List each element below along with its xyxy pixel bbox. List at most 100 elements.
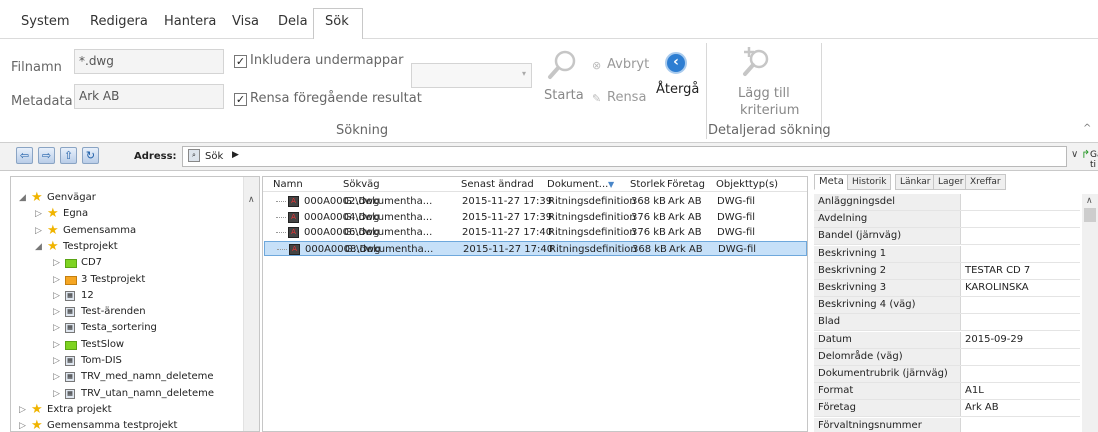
filnamn-input[interactable]: *.dwg — [74, 49, 224, 74]
column-header-size[interactable]: Storlek — [630, 179, 665, 190]
add-criterion-button-line1[interactable]: Lägg till — [738, 86, 790, 101]
collapse-ribbon-icon[interactable]: ^ — [1083, 123, 1091, 134]
include-subfolders-checkbox[interactable]: ✓ — [234, 55, 247, 68]
tree-item[interactable]: ▷ CD7 — [11, 255, 243, 271]
tab-historik[interactable]: Historik — [847, 174, 892, 190]
back-arrow-icon[interactable]: ‹ — [665, 52, 687, 74]
search-icon[interactable] — [546, 49, 578, 81]
expand-icon[interactable]: ▷ — [35, 206, 42, 222]
tree-item[interactable]: ▷ ▦ TRV_med_namn_deleteme — [11, 369, 243, 385]
property-row[interactable]: Beskrivning 1 — [814, 245, 1080, 263]
collapse-icon[interactable]: ◢ — [35, 239, 42, 255]
property-row[interactable]: Dokumentrubrik (järnväg) — [814, 366, 1080, 383]
expand-icon[interactable]: ▷ — [53, 255, 60, 271]
property-row[interactable]: Beskrivning 3 KAROLINSKA — [814, 280, 1080, 297]
property-row[interactable]: Förvaltningsnummer — [814, 417, 1080, 432]
tab-meta[interactable]: Meta — [814, 174, 849, 190]
collapse-icon[interactable]: ◢ — [19, 190, 26, 206]
property-row[interactable]: Blad — [814, 314, 1080, 332]
tree-scrollbar[interactable]: ∧ — [243, 177, 259, 431]
property-row[interactable]: Beskrivning 4 (väg) — [814, 297, 1080, 315]
tab-xreffar[interactable]: Xreffar — [965, 174, 1006, 190]
tree-item[interactable]: ▷ ★ Gemensamma testprojekt — [11, 418, 243, 431]
expand-icon[interactable]: ▷ — [53, 369, 60, 385]
expand-icon[interactable]: ▷ — [53, 304, 60, 320]
back-button[interactable]: Återgå — [656, 82, 699, 97]
expand-icon[interactable]: ▷ — [53, 353, 60, 369]
file-row[interactable]: A 000A0006.dwg G:\Dokumentha... 2015-11-27 … — [264, 225, 807, 240]
property-row[interactable]: Datum 2015-09-29 — [814, 331, 1080, 349]
start-button[interactable]: Starta — [544, 88, 584, 103]
tree-item[interactable]: ◢ ★ Genvägar — [11, 190, 243, 206]
property-row[interactable]: Företag Ark AB — [814, 400, 1080, 418]
expand-icon[interactable]: ▷ — [53, 337, 60, 353]
expand-icon[interactable]: ▷ — [19, 418, 26, 431]
tree-item[interactable]: ▷ ★ Gemensamma — [11, 223, 243, 239]
tree-item[interactable]: ▷ 3 Testprojekt — [11, 272, 243, 288]
add-criterion-button-line2[interactable]: kriterium — [740, 103, 799, 118]
tab-lager[interactable]: Lager — [933, 174, 969, 190]
address-input[interactable]: ⌕ Sök ▶ — [182, 146, 1067, 167]
go-button[interactable]: Gå ti — [1090, 150, 1098, 170]
tree-item[interactable]: ▷ ★ Extra projekt — [11, 402, 243, 418]
menu-dela[interactable]: Dela — [278, 14, 308, 29]
column-header-document[interactable]: Dokument... — [547, 179, 608, 190]
properties-scrollbar[interactable]: ∧ — [1082, 194, 1098, 432]
property-row[interactable]: Format A1L — [814, 383, 1080, 401]
cancel-button[interactable]: Avbryt — [607, 57, 649, 72]
scroll-up-icon[interactable]: ∧ — [1086, 196, 1093, 206]
nav-up-icon[interactable]: ⇧ — [60, 147, 77, 164]
property-row[interactable]: Bandel (järnväg) — [814, 228, 1080, 246]
tree-item[interactable]: ◢ ★ Testprojekt — [11, 239, 243, 255]
property-value[interactable]: Ark AB — [965, 400, 999, 416]
column-header-type[interactable]: Objekttyp(s) — [716, 179, 778, 190]
property-value[interactable]: KAROLINSKA — [965, 280, 1029, 296]
scroll-thumb[interactable] — [1084, 208, 1096, 222]
menu-hantera[interactable]: Hantera — [164, 14, 216, 29]
tree-item[interactable]: ▷ ▦ Test-ärenden — [11, 304, 243, 320]
property-value[interactable]: TESTAR CD 7 — [965, 263, 1030, 279]
scroll-up-icon[interactable]: ∧ — [248, 195, 255, 205]
refresh-icon[interactable]: ↻ — [82, 147, 99, 164]
expand-icon[interactable]: ▷ — [35, 223, 42, 239]
property-row[interactable]: Delområde (väg) — [814, 348, 1080, 366]
expand-icon[interactable]: ▷ — [53, 320, 60, 336]
clear-previous-checkbox[interactable]: ✓ — [234, 93, 247, 106]
menu-system[interactable]: System — [21, 14, 69, 29]
file-row[interactable]: A 000A0008.dwg G:\Dokumentha... 2015-11-27 … — [264, 240, 807, 256]
tree-item[interactable]: ▷ ★ Egna — [11, 206, 243, 222]
address-dropdown-icon[interactable]: ∨ — [1071, 149, 1078, 160]
column-header-path[interactable]: Sökväg — [343, 179, 380, 190]
menu-visa[interactable]: Visa — [232, 14, 259, 29]
tree-item[interactable]: ▷ ▦ TRV_utan_namn_deleteme — [11, 386, 243, 402]
column-header-company[interactable]: Företag — [667, 179, 705, 190]
property-row[interactable]: Anläggningsdel — [814, 194, 1080, 211]
tab-lankar[interactable]: Länkar — [895, 174, 936, 190]
tree-item[interactable]: ▷ ▦ Tom-DIS — [11, 353, 243, 369]
expand-icon[interactable]: ▷ — [53, 272, 60, 288]
column-header-name[interactable]: Namn — [273, 179, 303, 190]
tree-item[interactable]: ▷ TestSlow — [11, 337, 243, 353]
add-criterion-icon[interactable] — [740, 45, 772, 79]
menu-sok[interactable]: Sök — [325, 14, 349, 29]
expand-icon[interactable]: ▷ — [53, 386, 60, 402]
breadcrumb-arrow-icon[interactable]: ▶ — [232, 150, 239, 160]
nav-back-icon[interactable]: ⇦ — [16, 147, 33, 164]
go-arrow-icon[interactable]: ↱ — [1081, 148, 1090, 161]
file-row[interactable]: A 000A0004.dwg G:\Dokumentha... 2015-11-27 … — [264, 210, 807, 225]
tree-item[interactable]: ▷ ▦ Testa_sortering — [11, 320, 243, 336]
expand-icon[interactable]: ▷ — [19, 402, 26, 418]
property-value[interactable]: A1L — [965, 383, 984, 399]
tree-item[interactable]: ▷ ▦ 12 — [11, 288, 243, 304]
nav-forward-icon[interactable]: ⇨ — [38, 147, 55, 164]
menu-redigera[interactable]: Redigera — [90, 14, 148, 29]
clear-button[interactable]: Rensa — [607, 90, 646, 105]
property-value[interactable]: 2015-09-29 — [965, 332, 1023, 348]
metadata-input[interactable]: Ark AB — [74, 84, 224, 109]
property-row[interactable]: Avdelning — [814, 211, 1080, 229]
expand-icon[interactable]: ▷ — [53, 288, 60, 304]
column-header-modified[interactable]: Senast ändrad — [461, 179, 534, 190]
file-row[interactable]: A 000A0002.dwg G:\Dokumentha... 2015-11-27 … — [264, 194, 807, 209]
property-row[interactable]: Beskrivning 2 TESTAR CD 7 — [814, 262, 1080, 280]
search-scope-dropdown[interactable]: ▾ — [411, 63, 532, 88]
